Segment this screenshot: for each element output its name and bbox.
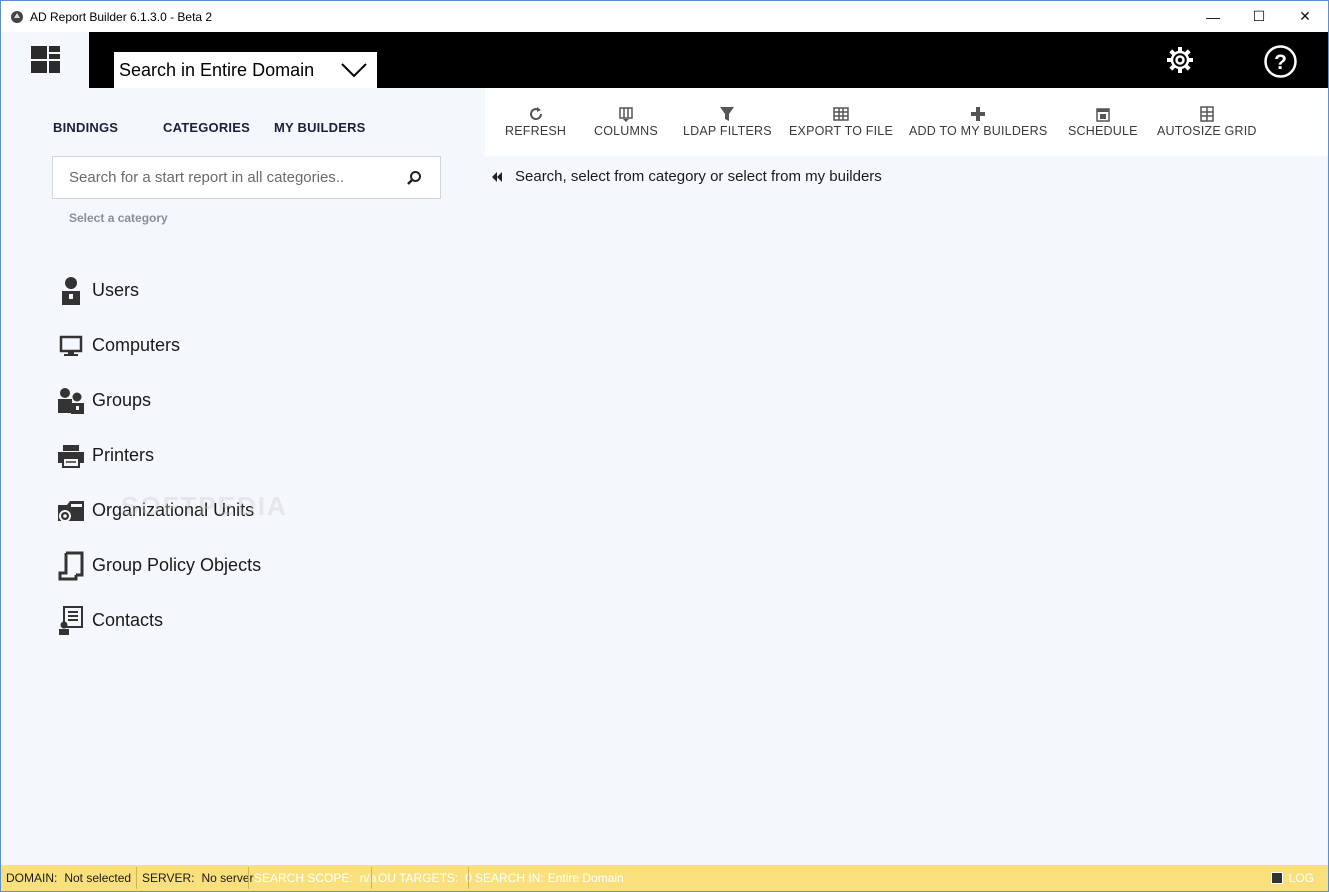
add-builders-label: ADD TO MY BUILDERS <box>909 124 1048 138</box>
contacts-icon <box>57 605 85 636</box>
minimize-button[interactable]: — <box>1190 1 1236 32</box>
printer-icon <box>57 441 85 471</box>
app-icon <box>11 10 23 23</box>
refresh-button[interactable]: REFRESH <box>505 106 566 138</box>
schedule-label: SCHEDULE <box>1068 124 1138 138</box>
category-group-policy-objects[interactable]: Group Policy Objects <box>57 538 261 593</box>
plus-icon <box>971 107 986 121</box>
category-printers[interactable]: Printers <box>57 428 261 483</box>
computer-icon <box>57 331 85 361</box>
user-icon <box>57 276 85 306</box>
autosize-label: AUTOSIZE GRID <box>1157 124 1257 138</box>
category-label: Groups <box>92 390 152 410</box>
left-tabs: BINDINGS CATEGORIES MY BUILDERS <box>53 120 366 135</box>
status-searchin-value: Entire Domain <box>547 871 624 885</box>
category-label: Printers <box>92 445 155 465</box>
tiles-menu-icon[interactable] <box>31 46 60 73</box>
domain-scope-label: Search in Entire Domain <box>119 59 315 80</box>
status-search-in: SEARCH IN: Entire Domain <box>475 865 624 891</box>
filter-icon <box>720 107 735 121</box>
status-scope-value: n/a <box>359 871 377 885</box>
status-ou-key: OU TARGETS: <box>378 871 459 885</box>
category-label: Contacts <box>92 610 164 630</box>
autosize-grid-button[interactable]: AUTOSIZE GRID <box>1157 106 1257 138</box>
columns-icon <box>619 107 633 122</box>
autosize-icon <box>1200 106 1214 122</box>
ldap-filters-label: LDAP FILTERS <box>683 124 772 138</box>
columns-label: COLUMNS <box>594 124 658 138</box>
close-button[interactable]: ✕ <box>1282 1 1328 32</box>
chevron-down-icon <box>341 63 367 78</box>
category-contacts[interactable]: Contacts <box>57 593 261 648</box>
status-domain-key: DOMAIN: <box>6 871 58 885</box>
select-category-label: Select a category <box>69 211 168 225</box>
tab-my-builders[interactable]: MY BUILDERS <box>274 120 366 135</box>
status-separator <box>371 867 372 889</box>
category-computers[interactable]: Computers <box>57 318 261 373</box>
window-title: AD Report Builder 6.1.3.0 - Beta 2 <box>30 9 213 24</box>
ldap-filters-button[interactable]: LDAP FILTERS <box>683 106 772 138</box>
tab-bindings[interactable]: BINDINGS <box>53 120 163 135</box>
tile-area <box>1 32 89 88</box>
export-label: EXPORT TO FILE <box>789 124 893 138</box>
calendar-icon <box>1096 108 1110 122</box>
status-bar: DOMAIN: Not selected SERVER: No server S… <box>1 865 1328 891</box>
collapse-hint: Search, select from category or select f… <box>491 168 882 185</box>
status-search-scope: SEARCH SCOPE: n/a <box>254 865 376 891</box>
status-server: SERVER: No server <box>142 865 253 891</box>
gear-icon[interactable] <box>1165 45 1195 75</box>
toolbar: REFRESH COLUMNS LDAP FILTERS EXPORT TO F… <box>485 88 1328 156</box>
maximize-button[interactable]: ☐ <box>1236 1 1282 32</box>
title-bar: AD Report Builder 6.1.3.0 - Beta 2 — ☐ ✕ <box>1 1 1328 32</box>
left-panel: BINDINGS CATEGORIES MY BUILDERS Select a… <box>1 88 484 865</box>
refresh-icon <box>529 107 542 121</box>
window-controls: — ☐ ✕ <box>1190 1 1328 32</box>
status-ou-targets: OU TARGETS: 0 <box>378 865 472 891</box>
status-separator <box>136 867 137 889</box>
status-searchin-key: SEARCH IN: <box>475 871 544 885</box>
category-label: Computers <box>92 335 181 355</box>
status-separator <box>468 867 469 889</box>
category-groups[interactable]: Groups <box>57 373 261 428</box>
log-icon <box>1270 872 1283 884</box>
category-label: Users <box>92 280 140 300</box>
report-search-box <box>52 156 441 199</box>
category-list: Users Computers Groups Printers Organiza… <box>57 263 261 648</box>
status-server-value: No server <box>201 871 254 885</box>
status-server-key: SERVER: <box>142 871 195 885</box>
category-users[interactable]: Users <box>57 263 261 318</box>
status-domain-value: Not selected <box>64 871 132 885</box>
export-icon <box>833 107 849 121</box>
schedule-button[interactable]: SCHEDULE <box>1068 106 1138 138</box>
status-domain: DOMAIN: Not selected <box>6 865 131 891</box>
groups-icon <box>57 386 85 416</box>
status-scope-key: SEARCH SCOPE: <box>254 871 353 885</box>
report-search-input[interactable] <box>69 169 389 186</box>
folder-icon <box>57 496 85 526</box>
status-separator <box>248 867 249 889</box>
watermark: SOFTPEDIA <box>121 491 288 521</box>
log-label: LOG <box>1288 871 1314 885</box>
svg-text:?: ? <box>1274 51 1287 74</box>
app-window: AD Report Builder 6.1.3.0 - Beta 2 — ☐ ✕… <box>0 0 1329 892</box>
hint-text: Search, select from category or select f… <box>515 168 882 185</box>
chevron-left-double-icon[interactable] <box>491 171 503 183</box>
tab-categories[interactable]: CATEGORIES <box>163 120 274 135</box>
add-to-my-builders-button[interactable]: ADD TO MY BUILDERS <box>909 106 1047 138</box>
help-icon[interactable]: ? <box>1264 45 1297 78</box>
search-icon[interactable] <box>406 170 422 186</box>
policy-icon <box>57 551 85 581</box>
category-label: Group Policy Objects <box>92 555 262 575</box>
export-to-file-button[interactable]: EXPORT TO FILE <box>789 106 893 138</box>
columns-button[interactable]: COLUMNS <box>594 106 658 138</box>
log-button[interactable]: LOG <box>1270 865 1314 891</box>
app-header: Search in Entire Domain ? <box>1 32 1328 88</box>
refresh-label: REFRESH <box>505 124 567 138</box>
domain-scope-select[interactable]: Search in Entire Domain <box>114 52 377 88</box>
